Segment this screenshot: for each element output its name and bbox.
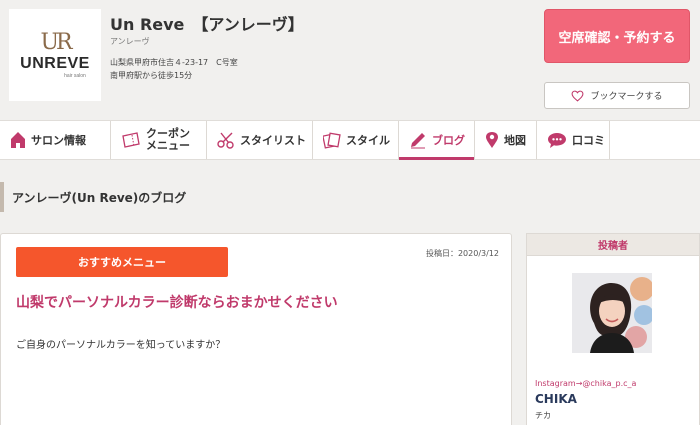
author-heading: 投稿者 (527, 234, 699, 256)
ticket-icon (122, 132, 140, 148)
salon-access: 南甲府駅から徒歩15分 (110, 71, 193, 80)
tab-blog[interactable]: ブログ (398, 121, 474, 160)
tab-label: スタイリスト (240, 134, 306, 147)
author-kana: チカ (535, 411, 551, 420)
pencil-icon (411, 133, 425, 149)
post-date: 投稿日：2020/3/12 (425, 249, 499, 258)
tab-map[interactable]: 地図 (474, 121, 536, 159)
section-heading: アンレーヴ(Un Reve)のブログ (0, 182, 186, 212)
tab-label: 口コミ (572, 134, 605, 147)
home-icon (11, 132, 25, 148)
cards-icon (323, 132, 341, 149)
section-title: アンレーヴ(Un Reve)のブログ (12, 190, 187, 205)
bookmark-button[interactable]: ブックマークする (544, 82, 690, 109)
tab-label: スタイル (346, 134, 390, 147)
tab-reviews[interactable]: 口コミ (536, 121, 610, 159)
logo-subtitle: hair salon (64, 72, 86, 79)
map-pin-icon (486, 132, 498, 148)
author-instagram[interactable]: Instagram→@chika_p.c_a (535, 379, 636, 388)
tab-label-line2: メニュー (146, 139, 190, 152)
salon-name: Un Reve 【アンレーヴ】 (110, 15, 304, 34)
category-button[interactable]: おすすめメニュー (16, 247, 228, 277)
author-name[interactable]: CHIKA (535, 392, 577, 406)
tab-label: サロン情報 (31, 134, 86, 147)
bookmark-label: ブックマークする (590, 92, 663, 102)
tab-style[interactable]: スタイル (312, 121, 398, 159)
salon-kana: アンレーヴ (110, 37, 150, 46)
tab-label: ブログ (432, 134, 465, 147)
heart-icon (572, 90, 584, 102)
tab-coupon-menu[interactable]: クーポン メニュー (110, 121, 206, 159)
tab-salon-info[interactable]: サロン情報 (0, 121, 110, 159)
logo-monogram: UR (40, 29, 72, 55)
heading-accent-bar (0, 182, 4, 212)
tab-label: 地図 (504, 134, 526, 147)
tab-stylist[interactable]: スタイリスト (206, 121, 312, 159)
salon-logo[interactable]: UR UNREVE hair salon (9, 9, 101, 101)
post-body: ご自身のパーソナルカラーを知っていますか？ (16, 340, 226, 351)
reserve-button[interactable]: 空席確認・予約する (544, 9, 690, 63)
salon-address: 山梨県甲府市住吉４-23-17 C号室 (110, 58, 238, 67)
blog-post-card: おすすめメニュー 投稿日：2020/3/12 山梨でパーソナルカラー診断ならおま… (0, 233, 512, 425)
author-card: 投稿者 Instagram→@chika_p.c_a CHIKA チカ (526, 233, 700, 425)
scissors-icon (217, 132, 234, 149)
post-title[interactable]: 山梨でパーソナルカラー診断ならおまかせください (16, 292, 338, 312)
logo-brand: UNREVE (20, 54, 90, 72)
salon-tab-nav: サロン情報 クーポン メニュー スタイリスト スタイル ブログ 地図 口コミ (0, 120, 700, 160)
speech-bubble-icon (548, 133, 566, 148)
author-photo[interactable] (572, 273, 652, 353)
